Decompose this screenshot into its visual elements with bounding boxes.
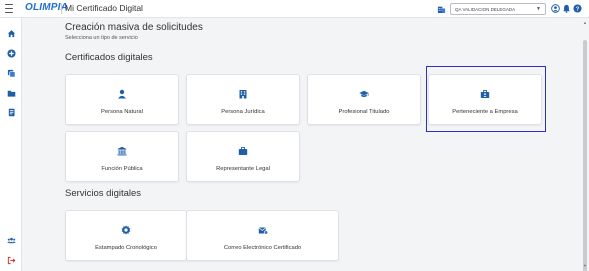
help-icon[interactable]: ? <box>573 4 582 13</box>
card-profesional-titulado[interactable]: Profesional Titulado <box>307 74 421 125</box>
scroll-thumb[interactable] <box>583 40 587 271</box>
building-icon <box>239 90 247 99</box>
sidebar <box>0 18 22 271</box>
page-subtitle: Selecciona un tipo de servicio <box>65 35 138 41</box>
card-funcion-publica[interactable]: Función Pública <box>65 131 179 182</box>
building-icon <box>437 6 446 13</box>
card-correo-certificado[interactable]: Correo Electrónico Certificado <box>186 210 339 261</box>
gear-seal-icon <box>121 225 131 235</box>
bell-icon[interactable] <box>562 4 571 13</box>
card-label: Persona Jurídica <box>221 109 265 115</box>
card-label: Perteneciente a Empresa <box>452 109 518 115</box>
briefcase-icon <box>238 147 248 155</box>
hamburger-icon[interactable] <box>5 4 13 13</box>
card-label: Correo Electrónico Certificado <box>223 245 302 251</box>
org-select[interactable]: QA VALIDACION DELEGADA ▼ <box>450 3 546 15</box>
card-persona-juridica[interactable]: Persona Jurídica <box>186 74 300 125</box>
card-representante-legal[interactable]: Representante Legal <box>186 131 300 182</box>
government-building-icon <box>117 146 127 156</box>
briefcase-user-icon <box>480 90 490 98</box>
card-label: Profesional Titulado <box>338 109 390 115</box>
app-title: Mi Certificado Digital <box>65 3 143 13</box>
svg-text:?: ? <box>576 7 580 13</box>
graduation-cap-icon <box>359 90 369 98</box>
scroll-down-icon[interactable]: ▼ <box>582 263 588 269</box>
org-select-value: QA VALIDACION DELEGADA <box>455 7 516 12</box>
logout-icon[interactable] <box>7 256 16 265</box>
card-label: Estampado Cronológico <box>95 245 157 251</box>
card-perteneciente-empresa[interactable]: Perteneciente a Empresa <box>428 74 542 125</box>
user-circle-icon[interactable] <box>551 4 560 13</box>
section-title-certificados: Certificados digitales <box>65 52 153 63</box>
card-label: Función Pública <box>101 166 143 172</box>
scrollbar[interactable]: ▲ ▼ <box>581 18 589 271</box>
card-estampado-cronologico[interactable]: Estampado Cronológico <box>65 210 187 261</box>
folder-icon[interactable] <box>7 89 16 98</box>
page-title: Creación masiva de solicitudes <box>65 22 203 33</box>
plus-circle-icon[interactable] <box>7 49 16 58</box>
section-title-servicios: Servicios digitales <box>65 188 142 199</box>
person-icon <box>118 89 126 99</box>
home-icon[interactable] <box>7 29 16 38</box>
card-label: Persona Natural <box>101 109 143 115</box>
top-bar: OLIMPIA Mi Certificado Digital QA VALIDA… <box>0 0 589 18</box>
brand-divider <box>61 4 62 14</box>
chevron-down-icon: ▼ <box>536 6 541 12</box>
users-icon[interactable] <box>7 236 16 245</box>
main-content: Creación masiva de solicitudes Seleccion… <box>22 18 589 271</box>
document-icon[interactable] <box>7 108 16 117</box>
card-persona-natural[interactable]: Persona Natural <box>65 74 179 125</box>
card-label: Representante Legal <box>216 166 270 172</box>
certified-mail-icon <box>258 227 268 235</box>
copy-icon[interactable] <box>7 69 16 78</box>
scroll-up-icon[interactable]: ▲ <box>582 20 588 26</box>
